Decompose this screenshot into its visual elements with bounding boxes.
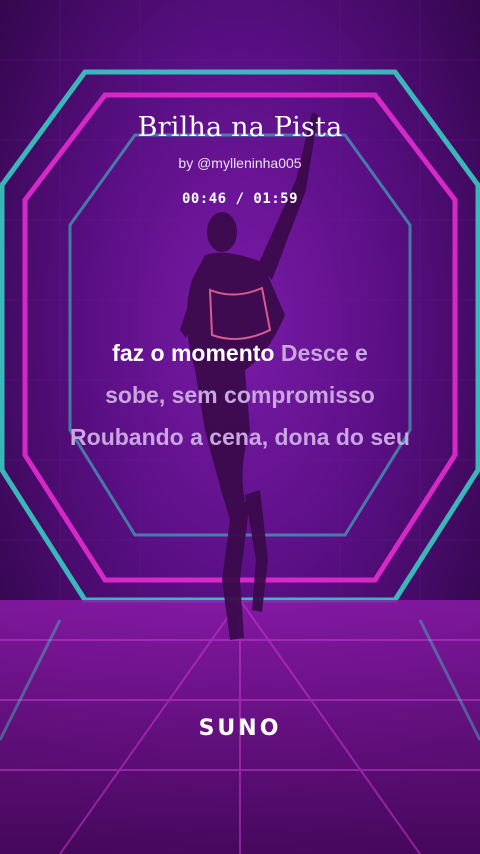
video-frame: Brilha na Pista by @mylleninha005 00:46 … — [0, 0, 480, 854]
artist-handle: by @mylleninha005 — [178, 155, 302, 171]
lyric-upcoming-text: sobe, sem compromisso — [105, 382, 375, 408]
lyric-upcoming-text: Roubando a cena, dona do seu — [70, 424, 410, 450]
playback-time: 00:46 / 01:59 — [0, 191, 480, 207]
lyric-sung-text: faz o momento — [112, 340, 281, 366]
lyric-upcoming-text: Desce e — [280, 340, 368, 366]
time-separator: / — [226, 191, 254, 207]
song-title: Brilha na Pista — [137, 112, 343, 143]
suno-logo: SUNO — [198, 716, 282, 741]
elapsed-time: 00:46 — [181, 191, 227, 207]
lyric-line-2: sobe, sem compromisso — [0, 382, 480, 409]
total-duration: 01:59 — [253, 191, 299, 207]
lyric-line-3: Roubando a cena, dona do seu — [0, 424, 480, 451]
lyric-line-1: faz o momento Desce e — [0, 340, 480, 367]
